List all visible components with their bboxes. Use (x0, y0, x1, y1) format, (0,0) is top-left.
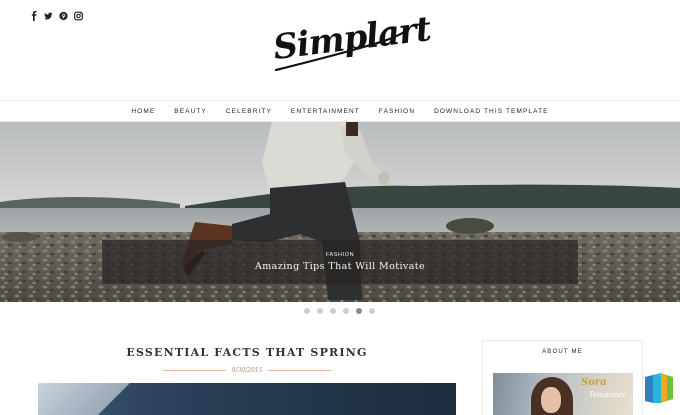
about-me-widget: ABOUT ME Sora Templates (482, 340, 643, 415)
slider-dot[interactable] (304, 308, 310, 314)
slider-dot-active[interactable] (356, 308, 362, 314)
nav-item-beauty[interactable]: Beauty (174, 108, 207, 115)
post-thumbnail-detail (38, 383, 158, 415)
instagram-icon[interactable] (74, 11, 83, 21)
template-badge-icon (645, 373, 673, 403)
image-brand-subtext: Templates (589, 391, 626, 399)
slider-pagination (304, 308, 375, 314)
slide-title[interactable]: Amazing Tips That Will Motivate (255, 261, 425, 272)
post-meta: 9/30/2015 (163, 364, 332, 376)
post-thumbnail[interactable] (38, 383, 456, 415)
slide-caption[interactable]: Fashion Amazing Tips That Will Motivate (102, 240, 578, 284)
facebook-icon[interactable] (30, 11, 38, 21)
slider-dot[interactable] (317, 308, 323, 314)
twitter-icon[interactable] (44, 11, 53, 21)
nav-item-download-template[interactable]: Download This Template (434, 108, 549, 115)
nav-item-fashion[interactable]: Fashion (379, 108, 415, 115)
slider-dot[interactable] (369, 308, 375, 314)
pinterest-icon[interactable] (59, 11, 68, 21)
nav-item-celebrity[interactable]: Celebrity (226, 108, 272, 115)
divider (163, 369, 226, 371)
about-me-image: Sora Templates (493, 373, 633, 415)
post-title[interactable]: ESSENTIAL FACTS THAT SPRING (38, 346, 456, 359)
nav-item-home[interactable]: Home (131, 108, 155, 115)
social-icons (30, 11, 83, 21)
image-brand-text: Sora (581, 377, 607, 388)
site-logo[interactable]: Simplart (270, 9, 433, 80)
nav-item-entertainment[interactable]: Entertainment (291, 108, 360, 115)
slider-dot[interactable] (343, 308, 349, 314)
post-date: 9/30/2015 (231, 366, 263, 374)
widget-title: ABOUT ME (542, 349, 583, 355)
portrait-face (541, 387, 561, 413)
main-nav: Home Beauty Celebrity Entertainment Fash… (0, 100, 680, 122)
slide-category[interactable]: Fashion (326, 252, 354, 258)
slider-dot[interactable] (330, 308, 336, 314)
logo-swash (274, 30, 406, 72)
divider (268, 369, 332, 371)
featured-slider[interactable]: Fashion Amazing Tips That Will Motivate (0, 122, 680, 302)
